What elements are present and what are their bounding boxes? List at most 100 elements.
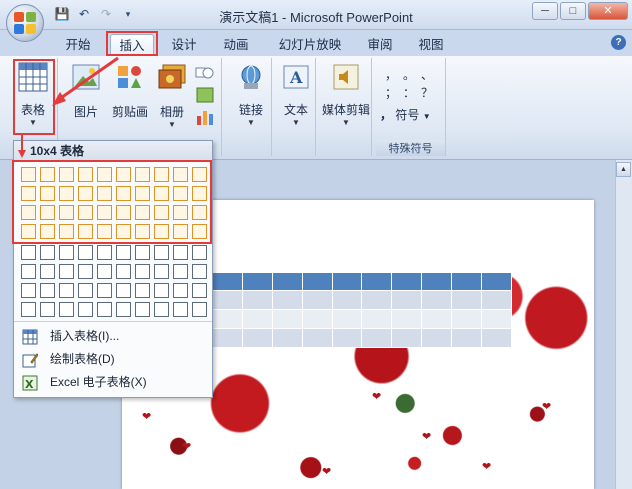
table-grid-cell[interactable] xyxy=(59,302,74,317)
table-size-header: 10x4 表格 xyxy=(14,141,212,161)
table-grid-cell[interactable] xyxy=(135,302,150,317)
table-grid-cell[interactable] xyxy=(97,264,112,279)
excel-spreadsheet-label: Excel 电子表格(X) xyxy=(50,375,147,389)
table-grid-cell[interactable] xyxy=(78,264,93,279)
table-grid-cell[interactable] xyxy=(78,283,93,298)
table-grid-cell[interactable] xyxy=(21,302,36,317)
symbol-colon[interactable]: ： xyxy=(400,84,418,102)
text-button[interactable]: A 文本 ▼ xyxy=(278,64,314,136)
heart-icon: ❤ xyxy=(372,391,382,403)
picture-button[interactable]: 图片 xyxy=(68,64,104,124)
group-text: A 文本 ▼ xyxy=(276,58,316,156)
speaker-icon xyxy=(333,64,359,90)
smartart-icon xyxy=(196,87,214,103)
chevron-down-icon: ▼ xyxy=(292,118,300,127)
office-button[interactable] xyxy=(6,4,44,42)
table-grid-cell[interactable] xyxy=(78,302,93,317)
table-grid-cell[interactable] xyxy=(173,264,188,279)
tab-design[interactable]: 设计 xyxy=(164,34,204,56)
tab-review[interactable]: 审阅 xyxy=(360,34,400,56)
table-grid-cell[interactable] xyxy=(154,245,169,260)
table-grid-cell[interactable] xyxy=(135,283,150,298)
table-grid-cell[interactable] xyxy=(116,245,131,260)
heart-icon: ❤ xyxy=(482,461,492,473)
tab-home[interactable]: 开始 xyxy=(58,34,98,56)
table-grid-cell[interactable] xyxy=(116,264,131,279)
symbol-comma[interactable]: ， xyxy=(382,66,400,84)
picture-icon xyxy=(72,64,100,90)
table-grid-cell[interactable] xyxy=(78,245,93,260)
smartart-button[interactable] xyxy=(194,86,216,106)
maximize-button[interactable]: □ xyxy=(560,2,586,20)
table-grid-cell[interactable] xyxy=(173,245,188,260)
table-grid-cell[interactable] xyxy=(173,302,188,317)
symbol-period[interactable]: 。 xyxy=(400,66,418,84)
table-grid-cell[interactable] xyxy=(40,283,55,298)
excel-spreadsheet-item[interactable]: X Excel 电子表格(X) xyxy=(18,371,208,393)
excel-icon: X xyxy=(22,375,38,391)
picture-label: 图片 xyxy=(73,105,98,119)
album-label: 相册 xyxy=(159,105,184,119)
table-grid-cell[interactable] xyxy=(40,264,55,279)
heart-icon: ❤ xyxy=(542,401,552,413)
table-grid-cell[interactable] xyxy=(192,302,207,317)
annotation-box-insert-tab xyxy=(106,31,158,56)
table-grid-cell[interactable] xyxy=(40,245,55,260)
table-grid-cell[interactable] xyxy=(192,283,207,298)
album-button[interactable]: 相册 ▼ xyxy=(154,64,190,136)
tab-slideshow[interactable]: 幻灯片放映 xyxy=(268,34,352,56)
table-grid-cell[interactable] xyxy=(97,302,112,317)
heart-icon: ❤ xyxy=(322,466,332,478)
link-button[interactable]: 链接 ▼ xyxy=(232,64,270,136)
svg-text:X: X xyxy=(25,378,34,391)
chart-icon xyxy=(197,111,213,125)
insert-table-icon xyxy=(22,329,38,345)
tab-view[interactable]: 视图 xyxy=(411,34,451,56)
table-grid-cell[interactable] xyxy=(40,302,55,317)
table-grid-cell[interactable] xyxy=(21,264,36,279)
scroll-up-icon[interactable]: ▲ xyxy=(616,162,631,177)
close-button[interactable]: ✕ xyxy=(588,2,628,20)
table-grid-cell[interactable] xyxy=(135,245,150,260)
shapes-button[interactable] xyxy=(194,64,216,84)
clipart-icon xyxy=(118,66,141,88)
annotation-box-grid-selection xyxy=(12,160,212,244)
clipart-button[interactable]: 剪贴画 xyxy=(108,64,152,124)
draw-table-label: 绘制表格(D) xyxy=(50,352,115,366)
chevron-down-icon: ▼ xyxy=(247,118,255,127)
chevron-down-icon: ▼ xyxy=(342,118,350,127)
table-grid-cell[interactable] xyxy=(59,283,74,298)
table-grid-cell[interactable] xyxy=(154,302,169,317)
group-special-symbols: ，。、 ；：？ ， 符号 ▼ 特殊符号 xyxy=(376,58,446,156)
symbol-button[interactable]: ， 符号 ▼ xyxy=(380,106,442,124)
symbol-question[interactable]: ？ xyxy=(418,84,436,102)
vertical-scrollbar[interactable] xyxy=(615,160,632,489)
table-grid-cell[interactable] xyxy=(97,245,112,260)
table-grid-cell[interactable] xyxy=(154,283,169,298)
table-grid-cell[interactable] xyxy=(192,245,207,260)
table-grid-cell[interactable] xyxy=(116,283,131,298)
table-grid-cell[interactable] xyxy=(97,283,112,298)
draw-table-item[interactable]: 绘制表格(D) xyxy=(18,348,208,370)
table-grid-cell[interactable] xyxy=(192,264,207,279)
insert-table-item[interactable]: 插入表格(I)... xyxy=(18,325,208,347)
table-grid-cell[interactable] xyxy=(116,302,131,317)
symbol-label: 符号 xyxy=(395,108,420,122)
slide-table-preview[interactable] xyxy=(212,272,512,348)
tab-animation[interactable]: 动画 xyxy=(216,34,256,56)
clipart-label: 剪贴画 xyxy=(111,105,148,119)
symbol-semicolon[interactable]: ； xyxy=(382,84,400,102)
media-button[interactable]: 媒体剪辑 ▼ xyxy=(320,64,372,136)
table-grid-cell[interactable] xyxy=(21,283,36,298)
table-grid-cell[interactable] xyxy=(21,245,36,260)
table-grid-cell[interactable] xyxy=(135,264,150,279)
minimize-button[interactable]: ─ xyxy=(532,2,558,20)
help-icon[interactable]: ? xyxy=(611,35,626,50)
symbol-enum-comma[interactable]: 、 xyxy=(418,66,436,84)
table-grid-cell[interactable] xyxy=(59,245,74,260)
chart-button[interactable] xyxy=(194,108,216,128)
heart-icon: ❤ xyxy=(142,411,152,423)
table-grid-cell[interactable] xyxy=(173,283,188,298)
table-grid-cell[interactable] xyxy=(154,264,169,279)
table-grid-cell[interactable] xyxy=(59,264,74,279)
